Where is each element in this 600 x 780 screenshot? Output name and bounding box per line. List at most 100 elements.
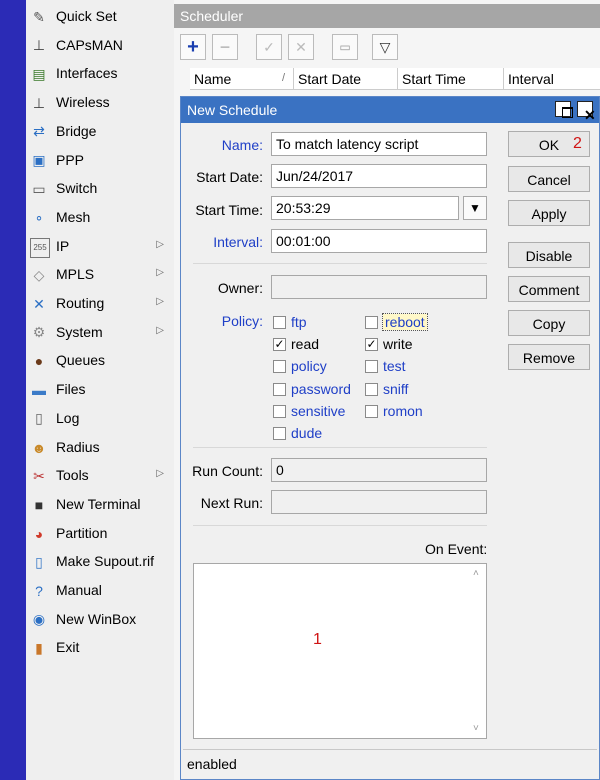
menu-item-label: Interfaces: [56, 65, 118, 82]
mpls-icon: ◇: [33, 266, 45, 283]
remove-button[interactable]: −: [212, 34, 238, 60]
menu-item-label: Manual: [56, 582, 102, 598]
menu-item-routing[interactable]: ✕ Routing ▷: [26, 289, 174, 318]
column-start-time-label: Start Time: [402, 71, 466, 87]
wrench-icon: ✎: [33, 8, 45, 25]
menu-item-radius[interactable]: ☻ Radius: [26, 433, 174, 462]
sniff-checkbox[interactable]: [365, 382, 378, 396]
interval-value: 00:01:00: [276, 233, 331, 249]
reboot-checkbox[interactable]: [365, 316, 378, 329]
filter-button[interactable]: ▽: [372, 34, 398, 60]
cancel-button[interactable]: Cancel: [508, 166, 590, 192]
menu-item-mpls[interactable]: ◇ MPLS ▷: [26, 260, 174, 289]
comment-button[interactable]: Comment: [508, 276, 590, 302]
scroll-up-icon[interactable]: ˄: [473, 568, 479, 579]
menu-item-tools[interactable]: ✂ Tools ▷: [26, 461, 174, 490]
menu-item-switch[interactable]: ▭ Switch: [26, 174, 174, 203]
remove-button[interactable]: Remove: [508, 344, 590, 370]
menu-item-files[interactable]: ▬ Files: [26, 375, 174, 404]
comment-button[interactable]: ▭: [332, 34, 358, 60]
menu-item-bridge[interactable]: ⇄ Bridge: [26, 117, 174, 146]
queues-icon: ●: [34, 353, 44, 370]
start-date-value: Jun/24/2017: [276, 168, 354, 184]
maximize-button[interactable]: [555, 101, 573, 118]
menu-item-label: Quick Set: [56, 8, 117, 24]
ip-icon: 255: [30, 237, 50, 258]
submenu-arrow-icon: ▷: [156, 238, 164, 250]
start-date-field[interactable]: Jun/24/2017: [271, 164, 487, 188]
menu-item-ip[interactable]: 255 IP ▷: [26, 232, 174, 261]
on-event-editor[interactable]: ˄ ˅: [193, 563, 487, 739]
column-start-time[interactable]: Start Time: [398, 68, 504, 90]
menu-item-ppp[interactable]: ▣ PPP: [26, 146, 174, 175]
winbox-icon: ◉: [32, 611, 46, 628]
routing-icon: ✕: [33, 295, 45, 312]
close-button[interactable]: ✕: [577, 101, 596, 123]
antenna-icon: ⊥: [32, 37, 46, 54]
interval-label: Interval:: [213, 234, 263, 250]
column-interval[interactable]: Interval: [504, 68, 600, 90]
dropdown-arrow-icon: ▼: [469, 201, 481, 215]
menu-item-label: Routing: [56, 295, 105, 311]
menu-item-capsman[interactable]: ⊥ CAPsMAN: [26, 31, 174, 60]
interfaces-icon: ▤: [32, 65, 46, 82]
help-icon: ?: [35, 583, 43, 599]
enable-button[interactable]: ✓: [256, 34, 282, 60]
owner-field: [271, 275, 487, 299]
disable-button[interactable]: Disable: [508, 242, 590, 268]
menu-item-interfaces[interactable]: ▤ Interfaces: [26, 59, 174, 88]
policy-checkbox[interactable]: [273, 360, 286, 374]
name-value: To match latency script: [276, 136, 419, 152]
editor-scrollbar[interactable]: ˄ ˅: [470, 564, 486, 738]
start-time-field[interactable]: 20:53:29: [271, 196, 459, 220]
add-button[interactable]: +: [180, 34, 206, 60]
supout-icon: ▯: [35, 553, 43, 570]
interval-field[interactable]: 00:01:00: [271, 229, 487, 253]
menu-item-queues[interactable]: ● Queues: [26, 346, 174, 375]
scroll-down-icon[interactable]: ˅: [473, 723, 479, 734]
menu-item-manual[interactable]: ? Manual: [26, 576, 174, 605]
menu-item-exit[interactable]: ▮ Exit: [26, 633, 174, 662]
password-checkbox[interactable]: [273, 382, 286, 396]
column-start-date[interactable]: Start Date: [294, 68, 398, 90]
test-checkbox[interactable]: [365, 360, 378, 374]
annotation-marker-2: 2: [573, 135, 582, 152]
romon-checkbox-label: romon: [383, 402, 423, 419]
write-checkbox[interactable]: ✓: [365, 338, 378, 352]
run-count-value: 0: [276, 462, 284, 478]
column-name[interactable]: Name /: [190, 68, 294, 90]
column-interval-label: Interval: [508, 71, 554, 87]
menu-item-system[interactable]: ⚙ System ▷: [26, 318, 174, 347]
apply-button-label: Apply: [531, 206, 567, 222]
name-field[interactable]: To match latency script: [271, 132, 487, 156]
mesh-icon: ∘: [34, 209, 44, 226]
switch-icon: ▭: [32, 180, 46, 197]
apply-button[interactable]: Apply: [508, 200, 590, 226]
log-icon: ▯: [35, 410, 43, 427]
run-count-field: 0: [271, 458, 487, 482]
menu-item-label: Queues: [56, 352, 106, 369]
sensitive-checkbox[interactable]: [273, 404, 286, 418]
disable-button[interactable]: ✕: [288, 34, 314, 60]
romon-checkbox[interactable]: [365, 404, 378, 418]
copy-button[interactable]: Copy: [508, 310, 590, 336]
menu-item-new-winbox[interactable]: ◉ New WinBox: [26, 605, 174, 634]
next-run-field: [271, 490, 487, 514]
menu-item-partition[interactable]: ◕ Partition: [26, 519, 174, 548]
menu-item-label: Files: [56, 381, 86, 398]
sniff-checkbox-label: sniff: [383, 380, 409, 397]
start-time-value: 20:53:29: [276, 200, 331, 216]
menu-item-new-terminal[interactable]: ■ New Terminal: [26, 490, 174, 519]
menu-item-log[interactable]: ▯ Log: [26, 404, 174, 433]
dialog-title: New Schedule: [187, 102, 278, 118]
menu-item-quick-set[interactable]: ✎ Quick Set: [26, 2, 174, 31]
ftp-checkbox[interactable]: [273, 316, 286, 329]
start-time-dropdown[interactable]: ▼: [463, 196, 487, 220]
menu-item-mesh[interactable]: ∘ Mesh: [26, 203, 174, 232]
dude-checkbox[interactable]: [273, 427, 286, 440]
read-checkbox[interactable]: ✓: [273, 338, 286, 352]
menu-item-make-supout-rif[interactable]: ▯ Make Supout.rif: [26, 547, 174, 576]
submenu-arrow-icon: ▷: [156, 324, 164, 336]
menu-item-wireless[interactable]: ⊥ Wireless: [26, 88, 174, 117]
gear-icon: ⚙: [32, 324, 46, 341]
